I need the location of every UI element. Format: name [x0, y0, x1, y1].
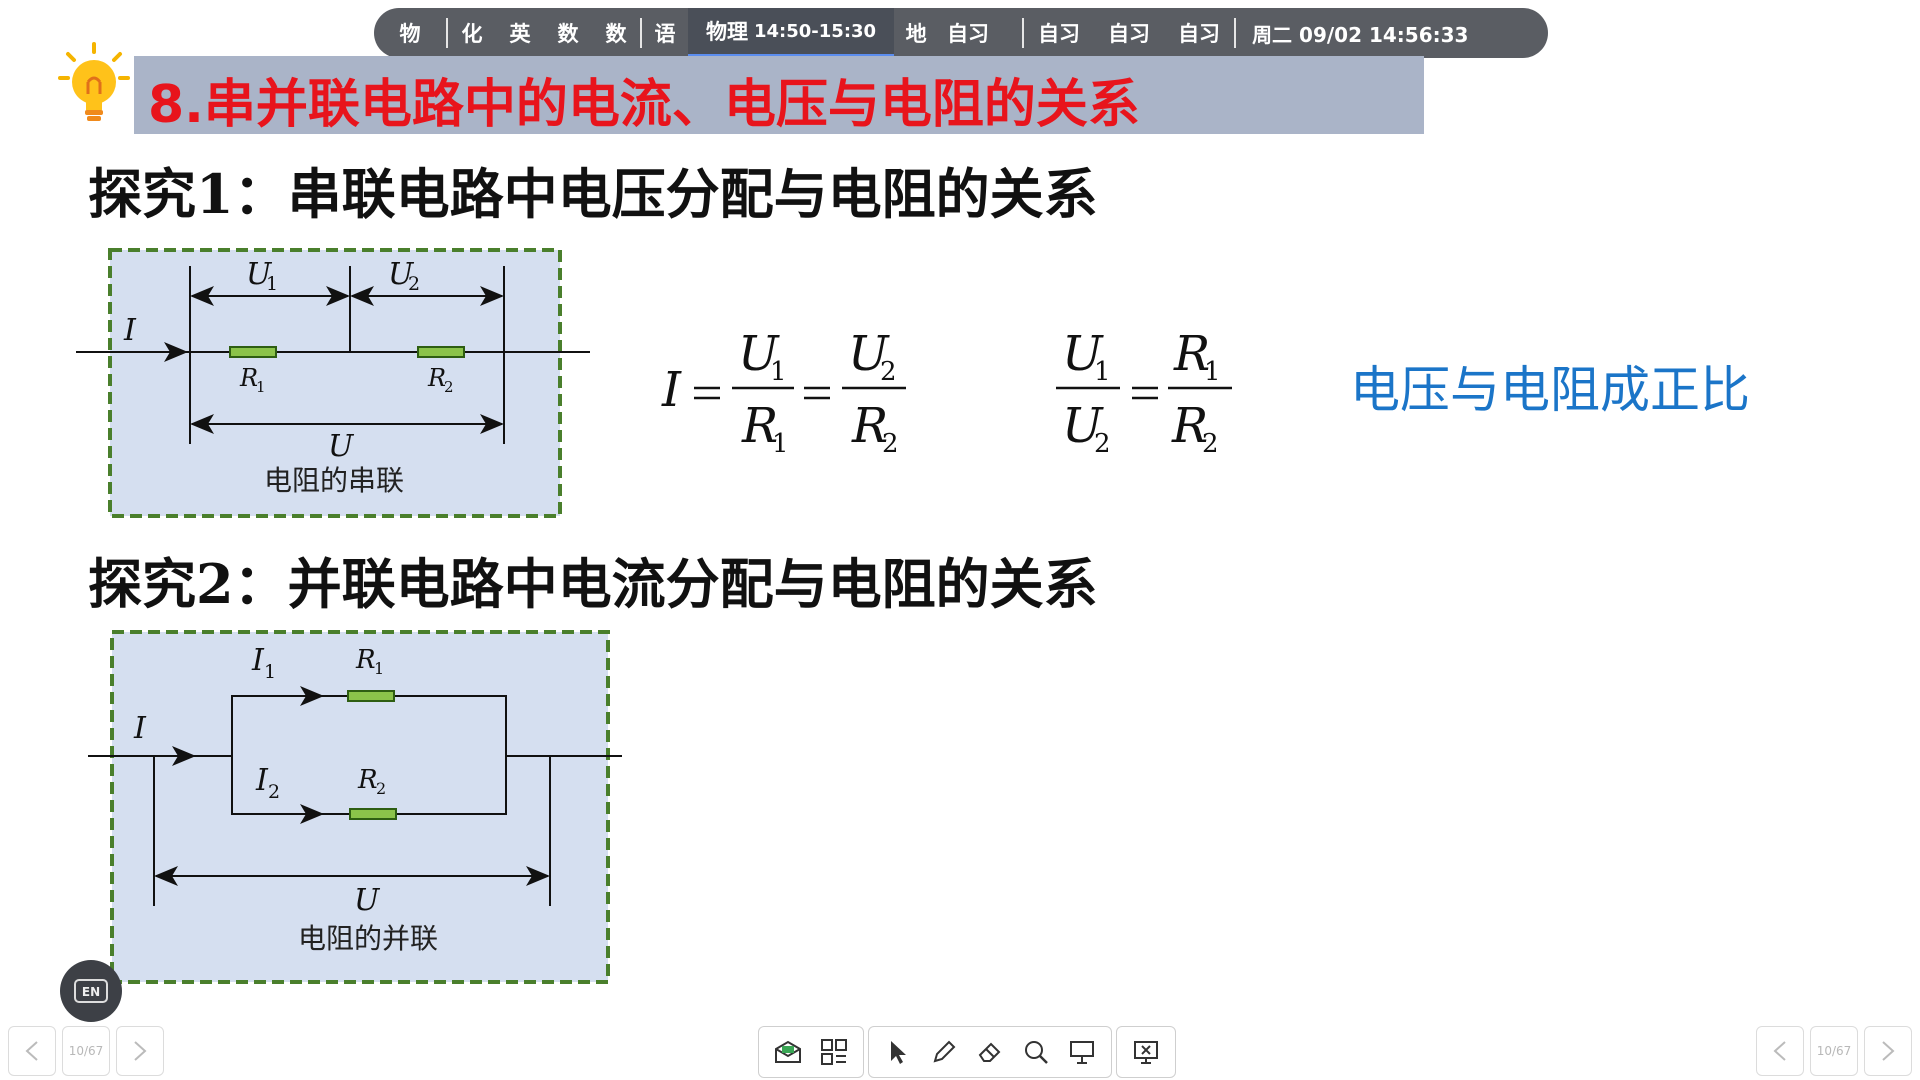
label-subscript: 1 [266, 273, 278, 295]
proportional-statement: 电压与电阻成正比 [1350, 361, 1750, 419]
chevron-right-icon [1882, 1041, 1895, 1061]
pointer-icon[interactable] [875, 1029, 921, 1075]
prev-page-button[interactable] [1756, 1026, 1804, 1076]
label-current-i1: I [251, 643, 265, 678]
heading-inquiry-2: 探究2：并联电路中电流分配与电阻的关系 [88, 552, 1098, 616]
subscript: 2 [1094, 429, 1111, 459]
series-circuit-diagram: I U 1 U 2 R 1 R 2 U 电阻的串联 [76, 248, 590, 518]
annotation-toolbar [758, 1026, 1176, 1078]
close-screen-icon[interactable] [1123, 1029, 1169, 1075]
class-schedule-bar: 物 化 英 数 数 语 物理 14:50-15:30 地 自习 自习 自习 自习… [374, 8, 1548, 58]
current-subject: 物理 [706, 20, 748, 44]
page-indicator[interactable]: 10/67 [62, 1026, 110, 1076]
schedule-item[interactable]: 数 [544, 8, 592, 58]
next-page-button[interactable] [1864, 1026, 1912, 1076]
symbol-i: I [661, 362, 682, 418]
schedule-item[interactable]: 化 [448, 8, 496, 58]
label-subscript: 2 [376, 779, 386, 798]
subscript: 1 [1094, 357, 1111, 387]
resistor-r2 [349, 808, 397, 820]
series-caption: 电阻的串联 [264, 464, 404, 497]
subscript: 1 [1204, 357, 1221, 387]
schedule-item[interactable]: 自习 [1024, 8, 1094, 58]
label-u: U [328, 429, 355, 464]
keyboard-language-icon: EN [74, 979, 108, 1003]
eraser-icon[interactable] [967, 1029, 1013, 1075]
schedule-item-current[interactable]: 物理 14:50-15:30 [688, 8, 895, 58]
label-subscript: 2 [444, 378, 454, 396]
prev-page-button[interactable] [8, 1026, 56, 1076]
language-switch-button[interactable]: EN [60, 960, 122, 1022]
label-subscript: 2 [408, 273, 420, 295]
subscript: 2 [880, 357, 897, 387]
subscript: 2 [1202, 429, 1219, 459]
envelope-icon[interactable] [765, 1029, 811, 1075]
lightbulb-icon [58, 42, 130, 121]
formula-series-ratio: U U R R 1 2 1 2 [1056, 326, 1232, 459]
toolbar-group-draw [868, 1026, 1112, 1078]
subscript: 1 [772, 429, 789, 459]
page-indicator[interactable]: 10/67 [1810, 1026, 1858, 1076]
language-label: EN [82, 985, 100, 999]
label-u: U [354, 883, 381, 918]
schedule-item[interactable]: 自习 [1094, 8, 1164, 58]
heading-inquiry-1: 探究1：串联电路中电压分配与电阻的关系 [88, 162, 1098, 226]
pager-left: 10/67 [8, 1026, 164, 1076]
pager-right: 10/67 [1756, 1026, 1912, 1076]
schedule-item[interactable]: 物 [374, 8, 446, 58]
resistor-r1 [347, 690, 395, 702]
schedule-item[interactable]: 语 [642, 8, 688, 58]
search-icon[interactable] [1013, 1029, 1059, 1075]
date-time: 周二 09/02 14:56:33 [1252, 22, 1469, 47]
slide-title: 8.串并联电路中的电流、电压与电阻的关系 [148, 75, 1140, 135]
apps-icon[interactable] [811, 1029, 857, 1075]
chevron-left-icon [1773, 1041, 1786, 1061]
label-subscript: 1 [374, 659, 384, 678]
label-subscript: 1 [264, 661, 276, 683]
schedule-item[interactable]: 自习 [938, 8, 998, 58]
chevron-left-icon [25, 1041, 38, 1061]
screen-icon[interactable] [1059, 1029, 1105, 1075]
chevron-right-icon [134, 1041, 147, 1061]
schedule-item[interactable]: 数 [592, 8, 640, 58]
formula-series-current: I U R U R 1 1 2 2 [661, 326, 906, 459]
toolbar-group-end [1116, 1026, 1176, 1078]
parallel-caption: 电阻的并联 [298, 922, 438, 955]
label-current-i: I [123, 313, 137, 348]
pen-icon[interactable] [921, 1029, 967, 1075]
label-subscript: 2 [268, 781, 280, 803]
label-subscript: 1 [256, 378, 266, 396]
schedule-item[interactable]: 英 [496, 8, 544, 58]
subscript: 1 [770, 357, 787, 387]
subscript: 2 [882, 429, 899, 459]
toolbar-group-apps [758, 1026, 864, 1078]
schedule-item[interactable]: 地 [894, 8, 938, 58]
resistor-r2 [417, 346, 465, 358]
next-page-button[interactable] [116, 1026, 164, 1076]
schedule-item[interactable]: 自习 [1164, 8, 1234, 58]
current-time: 14:50-15:30 [754, 20, 877, 42]
parallel-circuit-diagram: I I 1 R 1 I 2 R 2 U 电阻的并联 [88, 630, 622, 984]
label-current-i2: I [255, 763, 269, 798]
label-r: R [355, 645, 376, 675]
label-current-i: I [133, 711, 147, 746]
label-r: R [357, 765, 378, 795]
resistor-r1 [229, 346, 277, 358]
